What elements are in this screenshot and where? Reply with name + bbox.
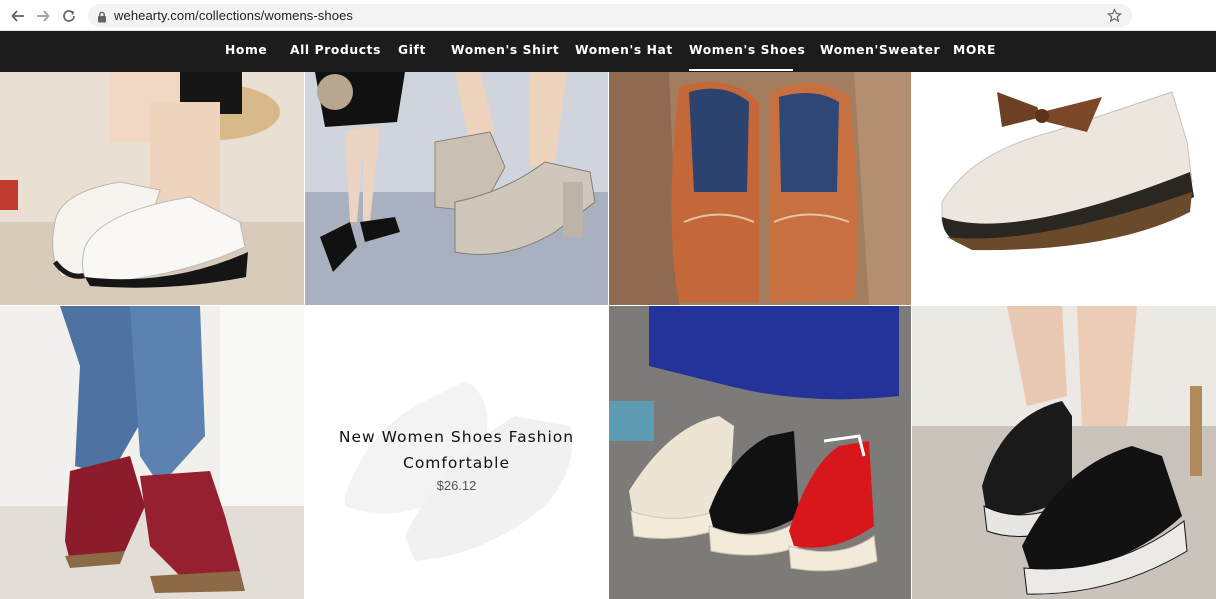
reload-icon (63, 10, 75, 22)
product-tile-bow-shoe[interactable] (912, 72, 1216, 305)
featured-title-line-2: Comfortable (403, 454, 510, 472)
product-tile-brogue-oxfords[interactable] (609, 72, 911, 305)
nav-womens-shirt[interactable]: Women's Shirt (451, 43, 559, 57)
platform-sneakers-image (609, 306, 911, 599)
lock-icon (97, 10, 107, 28)
nav-more[interactable]: MORE (953, 43, 996, 57)
nav-womens-hat[interactable]: Women's Hat (575, 43, 673, 57)
product-tile-red-suede-boots[interactable] (0, 306, 304, 599)
nav-womens-shoes[interactable]: Women's Shoes (689, 43, 805, 57)
nav-womens-sweater[interactable]: Women'Sweater (820, 43, 940, 57)
browser-toolbar: wehearty.com/collections/womens-shoes (0, 0, 1216, 31)
white-loafers-image (0, 72, 304, 305)
url-text: wehearty.com/collections/womens-shoes (114, 8, 354, 23)
active-nav-underline (689, 69, 793, 71)
red-suede-boots-image (0, 306, 304, 599)
product-tile-featured[interactable]: New Women Shoes Fashion Comfortable $26.… (305, 306, 608, 599)
product-tile-black-platform-oxfords[interactable] (912, 306, 1216, 599)
black-platform-oxfords-image (912, 306, 1216, 599)
reload-button[interactable] (59, 6, 79, 26)
brogue-oxfords-image (609, 72, 911, 305)
featured-product-price: $26.12 (436, 478, 477, 493)
nav-gift[interactable]: Gift (398, 43, 426, 57)
bow-shoe-image (912, 72, 1216, 305)
forward-icon (37, 10, 50, 22)
back-icon (11, 10, 24, 22)
star-icon[interactable] (1107, 8, 1122, 28)
site-navigation: Home All Products Gift Women's Shirt Wom… (0, 31, 1216, 72)
back-button[interactable] (8, 6, 28, 26)
nav-all-products[interactable]: All Products (290, 43, 381, 57)
product-tile-platform-sneakers[interactable] (609, 306, 911, 599)
product-tile-white-loafers[interactable] (0, 72, 304, 305)
nav-home[interactable]: Home (225, 43, 267, 57)
glitter-heels-image (305, 72, 608, 305)
product-tile-glitter-heels[interactable] (305, 72, 608, 305)
featured-product-title: New Women Shoes Fashion Comfortable (305, 424, 608, 476)
featured-title-line-1: New Women Shoes Fashion (338, 428, 575, 446)
forward-button[interactable] (33, 6, 53, 26)
address-bar[interactable]: wehearty.com/collections/womens-shoes (88, 4, 1132, 27)
